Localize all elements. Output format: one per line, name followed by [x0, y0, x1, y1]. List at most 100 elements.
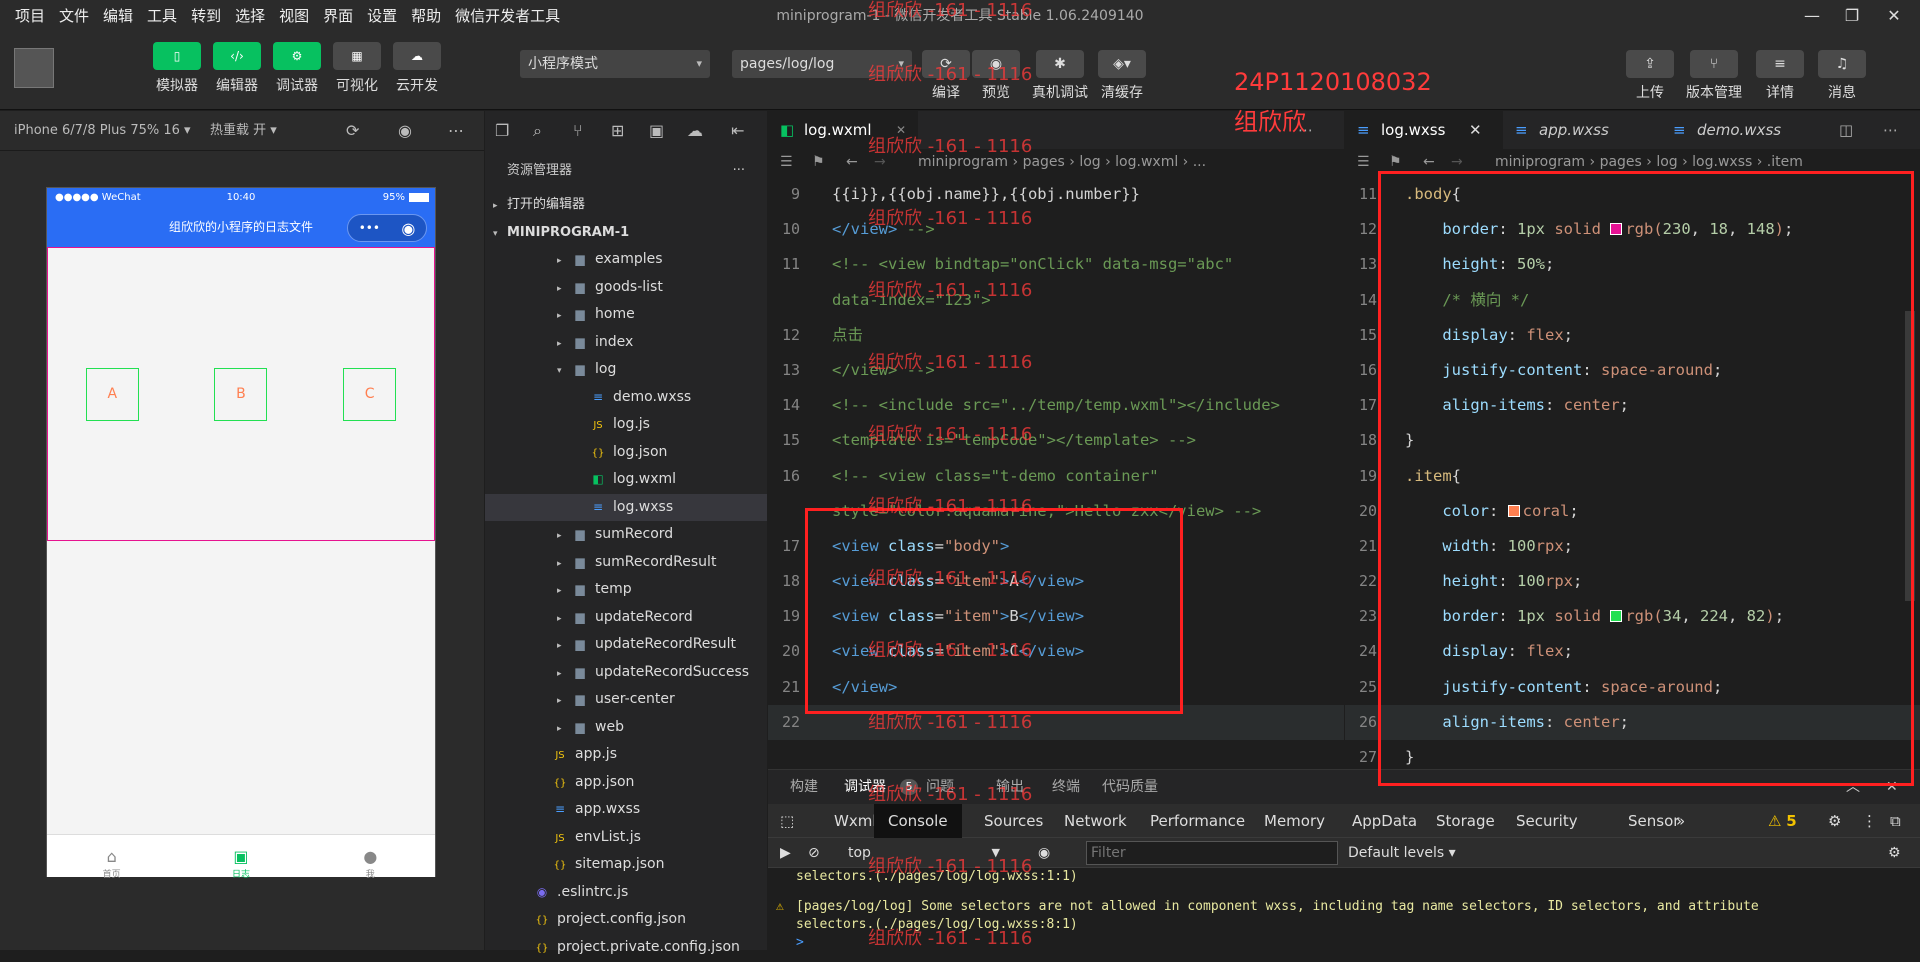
split-editor-icon[interactable]: ◫: [1839, 111, 1853, 149]
clear-console-icon[interactable]: ⊘: [808, 838, 820, 868]
breadcrumb-item[interactable]: log.wxml: [1115, 154, 1178, 170]
list-icon[interactable]: ☰: [780, 149, 793, 175]
layers-icon[interactable]: ◈▾: [1098, 50, 1146, 78]
menu-item[interactable]: 选择: [228, 0, 272, 32]
panel-tab[interactable]: 终端: [1052, 770, 1080, 804]
tab-log-wxss[interactable]: ≡log.wxss✕: [1345, 111, 1503, 149]
bookmark-icon[interactable]: ⚑: [812, 149, 825, 175]
tree-item-envList-js[interactable]: JSenvList.js: [485, 824, 767, 852]
menu-item[interactable]: 项目: [8, 0, 52, 32]
tree-item-log-json[interactable]: {}log.json: [485, 439, 767, 467]
close-circle-icon[interactable]: ◉: [401, 209, 415, 248]
breadcrumb-item[interactable]: .item: [1767, 154, 1803, 170]
devtools-tab[interactable]: Performance: [1150, 804, 1245, 838]
menu-item[interactable]: 编辑: [96, 0, 140, 32]
close-tab-icon[interactable]: ✕: [1469, 111, 1482, 149]
tree-item-app-js[interactable]: JSapp.js: [485, 741, 767, 769]
tree-item-project-config-json[interactable]: {}project.config.json: [485, 906, 767, 934]
panel-tab[interactable]: 输出: [996, 770, 1024, 804]
devtools-tab[interactable]: AppData: [1352, 804, 1417, 838]
mode-select[interactable]: 小程序模式: [520, 50, 710, 78]
tree-item-index[interactable]: ▸▆index: [485, 329, 767, 357]
avatar[interactable]: [14, 48, 54, 88]
bell-icon[interactable]: ♫: [1818, 50, 1866, 78]
tree-arrow-icon[interactable]: ▸: [557, 633, 571, 661]
levels-select[interactable]: Default levels ▾: [1348, 838, 1456, 868]
tree-item-sumRecordResult[interactable]: ▸▆sumRecordResult: [485, 549, 767, 577]
devtools-tab[interactable]: Security: [1516, 804, 1578, 838]
devtools-tab[interactable]: »: [1676, 804, 1685, 838]
menu-item[interactable]: 文件: [52, 0, 96, 32]
devtools-tab[interactable]: Sources: [984, 804, 1043, 838]
explorer-more-icon[interactable]: ···: [733, 151, 745, 191]
minimize-icon[interactable]: —: [1800, 4, 1824, 28]
tree-arrow-icon[interactable]: ▸: [557, 688, 571, 716]
breadcrumb-item[interactable]: miniprogram: [1495, 154, 1585, 170]
tree-item-sumRecord[interactable]: ▸▆sumRecord: [485, 521, 767, 549]
tab-terminal[interactable]: ▣日志: [211, 835, 271, 877]
tree-item-demo-wxss[interactable]: ≡demo.wxss: [485, 384, 767, 412]
more-icon[interactable]: ⋯: [1883, 111, 1898, 149]
sidebar-toggle-icon[interactable]: ▶: [780, 838, 791, 868]
menu-item[interactable]: 微信开发者工具: [448, 0, 567, 32]
devtools-tab[interactable]: Console: [874, 804, 962, 838]
tab-home[interactable]: ⌂首页: [82, 835, 142, 877]
tree-item-temp[interactable]: ▸▆temp: [485, 576, 767, 604]
tree-arrow-icon[interactable]: ▸: [557, 276, 571, 304]
tree-item-log-wxml[interactable]: ◧log.wxml: [485, 466, 767, 494]
tree-item-examples[interactable]: ▸▆examples: [485, 246, 767, 274]
capsule-menu[interactable]: ••• ◉: [347, 214, 427, 242]
tree-item-app-wxss[interactable]: ≡app.wxss: [485, 796, 767, 824]
menu-item[interactable]: 设置: [360, 0, 404, 32]
tree-item-updateRecordSuccess[interactable]: ▸▆updateRecordSuccess: [485, 659, 767, 687]
tab-log-wxml[interactable]: ◧ log.wxml ✕: [768, 111, 918, 149]
toolbar-debug-button[interactable]: ⚙调试器: [270, 42, 324, 95]
git-icon[interactable]: ⑂: [573, 111, 583, 151]
devtools-tab[interactable]: Memory: [1264, 804, 1325, 838]
close-tab-icon[interactable]: ✕: [896, 111, 906, 149]
tree-item-log-js[interactable]: JSlog.js: [485, 411, 767, 439]
devtools-tab[interactable]: Sensor: [1628, 804, 1679, 838]
panel-tab[interactable]: 调试器: [844, 770, 886, 804]
more-icon[interactable]: ⋯: [1298, 111, 1313, 149]
devtools-tab[interactable]: Storage: [1436, 804, 1495, 838]
menu-item[interactable]: 转到: [184, 0, 228, 32]
tree-arrow-icon[interactable]: ▸: [557, 551, 571, 579]
forward-icon[interactable]: →: [874, 149, 886, 175]
breadcrumb-item[interactable]: pages: [1023, 154, 1065, 170]
tree-item--eslintrc-js[interactable]: ◉.eslintrc.js: [485, 879, 767, 907]
undock-icon[interactable]: ⧉: [1890, 804, 1901, 838]
panel-tab[interactable]: 构建: [790, 770, 818, 804]
tree-arrow-icon[interactable]: ▸: [557, 661, 571, 689]
eye-icon[interactable]: ◉: [1038, 838, 1050, 868]
toolbar-layout-button[interactable]: ▦可视化: [330, 42, 384, 95]
branch-icon[interactable]: ⑂: [1690, 50, 1738, 78]
item-view[interactable]: B: [214, 368, 267, 421]
record-icon[interactable]: ◉: [398, 111, 412, 151]
tab-user[interactable]: ●我: [340, 835, 400, 877]
cloud-db-icon[interactable]: ▣: [649, 111, 664, 151]
hot-reload-toggle[interactable]: 热重载 开 ▾: [210, 111, 277, 151]
tree-arrow-icon[interactable]: ▸: [557, 716, 571, 744]
tree-arrow-icon[interactable]: ▸: [557, 331, 571, 359]
breadcrumb-item[interactable]: ...: [1193, 154, 1206, 170]
inspect-icon[interactable]: ⬚: [780, 804, 794, 838]
eye-icon[interactable]: ◉: [972, 50, 1020, 78]
tree-item-updateRecordResult[interactable]: ▸▆updateRecordResult: [485, 631, 767, 659]
open-editors-section[interactable]: ▸打开的编辑器: [485, 191, 767, 219]
tree-item-log[interactable]: ▾▆log: [485, 356, 767, 384]
menu-item[interactable]: 视图: [272, 0, 316, 32]
upload-icon[interactable]: ⇪: [1626, 50, 1674, 78]
menu-item[interactable]: 界面: [316, 0, 360, 32]
more-icon[interactable]: ⋯: [448, 111, 464, 151]
more-icon[interactable]: ⋮: [1862, 804, 1877, 838]
tree-item-app-json[interactable]: {}app.json: [485, 769, 767, 797]
tree-item-goods-list[interactable]: ▸▆goods-list: [485, 274, 767, 302]
tree-arrow-icon[interactable]: ▸: [557, 606, 571, 634]
tree-item-sitemap-json[interactable]: {}sitemap.json: [485, 851, 767, 879]
page-select[interactable]: pages/log/log: [732, 50, 912, 78]
toolbar-cloud-button[interactable]: ☁云开发: [390, 42, 444, 95]
list-icon[interactable]: ☰: [1357, 149, 1370, 175]
tab-app-wxss[interactable]: ≡app.wxss: [1503, 111, 1661, 149]
extensions-icon[interactable]: ⊞: [611, 111, 624, 151]
